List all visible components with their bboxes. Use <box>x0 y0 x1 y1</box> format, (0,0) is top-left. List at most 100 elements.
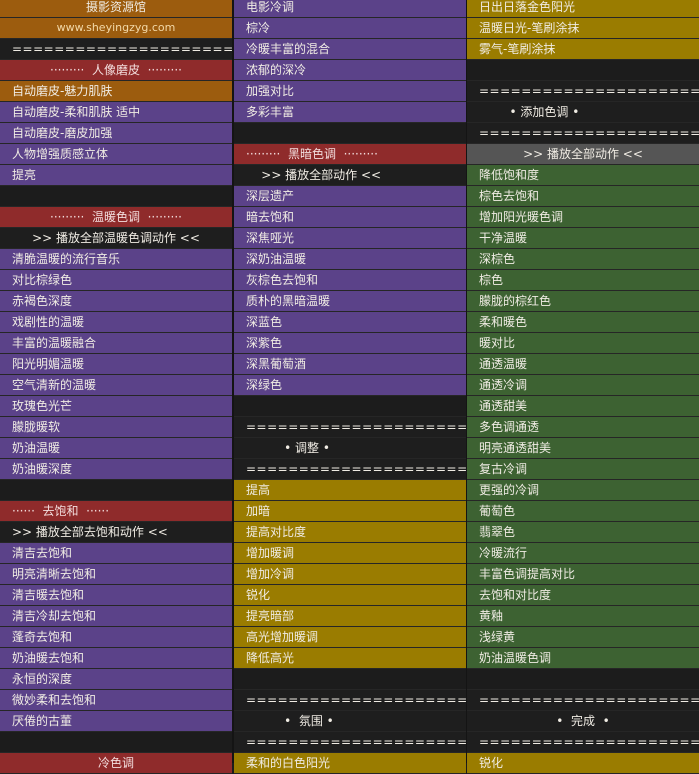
action-button[interactable]: 对比棕绿色 <box>0 270 232 291</box>
action-button[interactable]: 清吉冷却去饱和 <box>0 606 232 627</box>
action-button[interactable]: 锐化 <box>467 753 699 774</box>
spacer <box>234 123 466 144</box>
action-button[interactable]: 人物增强质感立体 <box>0 144 232 165</box>
action-button[interactable]: >> 播放全部去饱和动作 << <box>0 522 232 543</box>
action-button[interactable]: 干净温暖 <box>467 228 699 249</box>
action-button[interactable]: 摄影资源馆 <box>0 0 232 18</box>
action-button[interactable]: 提亮暗部 <box>234 606 466 627</box>
action-button[interactable]: >> 播放全部温暖色调动作 << <box>0 228 232 249</box>
action-button[interactable]: 通透甜美 <box>467 396 699 417</box>
action-button[interactable]: 厌倦的古董 <box>0 711 232 732</box>
action-button[interactable]: 增加暖调 <box>234 543 466 564</box>
action-button[interactable]: >> 播放全部动作 << <box>467 144 699 165</box>
action-button[interactable]: 戏剧性的温暖 <box>0 312 232 333</box>
action-button[interactable]: 增加阳光暖色调 <box>467 207 699 228</box>
spacer <box>0 480 232 501</box>
action-button[interactable]: 通透温暖 <box>467 354 699 375</box>
action-button[interactable]: 质朴的黑暗温暖 <box>234 291 466 312</box>
action-button[interactable]: 奶油暖去饱和 <box>0 648 232 669</box>
action-button[interactable]: 朦胧暖软 <box>0 417 232 438</box>
spacer <box>0 732 232 753</box>
action-button[interactable]: 冷暖流行 <box>467 543 699 564</box>
action-button[interactable]: 清吉去饱和 <box>0 543 232 564</box>
action-button[interactable]: 葡萄色 <box>467 501 699 522</box>
action-button[interactable]: 冷暖丰富的混合 <box>234 39 466 60</box>
separator: ====================== <box>467 690 699 711</box>
action-button[interactable]: 降低饱和度 <box>467 165 699 186</box>
action-button[interactable]: 棕色 <box>467 270 699 291</box>
action-button[interactable]: 柔和的白色阳光 <box>234 753 466 774</box>
action-button[interactable]: • 完成 • <box>467 711 699 732</box>
action-button[interactable]: 通透冷调 <box>467 375 699 396</box>
action-button[interactable]: 翡翠色 <box>467 522 699 543</box>
action-button[interactable]: 清脆温暖的流行音乐 <box>0 249 232 270</box>
action-button[interactable]: 奶油温暖色调 <box>467 648 699 669</box>
action-button[interactable]: 蓬奇去饱和 <box>0 627 232 648</box>
action-button[interactable]: 深焦哑光 <box>234 228 466 249</box>
action-button[interactable]: 温暖日光-笔刷涂抹 <box>467 18 699 39</box>
section-header-button[interactable]: ········· 人像磨皮 ········· <box>0 60 232 81</box>
action-button[interactable]: 明亮通透甜美 <box>467 438 699 459</box>
action-button[interactable]: 清吉暖去饱和 <box>0 585 232 606</box>
action-button[interactable]: 增加冷调 <box>234 564 466 585</box>
action-button[interactable]: 深层遗产 <box>234 186 466 207</box>
action-button[interactable]: 自动磨皮-磨皮加强 <box>0 123 232 144</box>
action-button[interactable]: 加暗 <box>234 501 466 522</box>
separator: ====================== <box>467 123 699 144</box>
section-header-button[interactable]: ······ 去饱和 ······ <box>0 501 232 522</box>
action-button[interactable]: 雾气-笔刷涂抹 <box>467 39 699 60</box>
action-button[interactable]: • 添加色调 • <box>467 102 699 123</box>
action-button[interactable]: 高光增加暖调 <box>234 627 466 648</box>
action-button[interactable]: 多彩丰富 <box>234 102 466 123</box>
section-header-button[interactable]: ········· 温暖色调 ········· <box>0 207 232 228</box>
action-button[interactable]: 丰富的温暖融合 <box>0 333 232 354</box>
action-button[interactable]: 明亮清晰去饱和 <box>0 564 232 585</box>
action-button[interactable]: 深绿色 <box>234 375 466 396</box>
action-button[interactable]: 电影冷调 <box>234 0 466 18</box>
section-header-button[interactable]: 冷色调 <box>0 753 232 774</box>
action-button[interactable]: 多色调通透 <box>467 417 699 438</box>
action-button[interactable]: 自动磨皮-柔和肌肤 适中 <box>0 102 232 123</box>
action-button[interactable]: 浓郁的深冷 <box>234 60 466 81</box>
action-button[interactable]: >> 播放全部动作 << <box>234 165 466 186</box>
action-button[interactable]: 黄釉 <box>467 606 699 627</box>
action-button[interactable]: www.sheyingzyg.com <box>0 18 232 39</box>
action-button[interactable]: 奶油暖深度 <box>0 459 232 480</box>
action-button[interactable]: 日出日落金色阳光 <box>467 0 699 18</box>
action-button[interactable]: 去饱和对比度 <box>467 585 699 606</box>
action-button[interactable]: 棕色去饱和 <box>467 186 699 207</box>
action-button[interactable]: 浅绿黄 <box>467 627 699 648</box>
separator: ====================== <box>234 690 466 711</box>
action-button[interactable]: 降低高光 <box>234 648 466 669</box>
action-button[interactable]: • 调整 • <box>234 438 466 459</box>
action-button[interactable]: 朦胧的棕红色 <box>467 291 699 312</box>
action-button[interactable]: 微妙柔和去饱和 <box>0 690 232 711</box>
action-button[interactable]: 深紫色 <box>234 333 466 354</box>
action-button[interactable]: 丰富色调提高对比 <box>467 564 699 585</box>
action-button[interactable]: 柔和暖色 <box>467 312 699 333</box>
action-button[interactable]: 提亮 <box>0 165 232 186</box>
action-button[interactable]: 复古冷调 <box>467 459 699 480</box>
action-button[interactable]: 提高 <box>234 480 466 501</box>
action-button[interactable]: 玫瑰色光芒 <box>0 396 232 417</box>
action-button[interactable]: • 氛围 • <box>234 711 466 732</box>
action-button[interactable]: 灰棕色去饱和 <box>234 270 466 291</box>
action-button[interactable]: 奶油温暖 <box>0 438 232 459</box>
action-button[interactable]: 自动磨皮-魅力肌肤 <box>0 81 232 102</box>
action-button[interactable]: 暗去饱和 <box>234 207 466 228</box>
action-button[interactable]: 暖对比 <box>467 333 699 354</box>
action-button[interactable]: 深棕色 <box>467 249 699 270</box>
action-button[interactable]: 赤褐色深度 <box>0 291 232 312</box>
action-button[interactable]: 更强的冷调 <box>467 480 699 501</box>
action-button[interactable]: 深黑葡萄酒 <box>234 354 466 375</box>
action-button[interactable]: 棕冷 <box>234 18 466 39</box>
action-button[interactable]: 加强对比 <box>234 81 466 102</box>
action-button[interactable]: 空气清新的温暖 <box>0 375 232 396</box>
action-button[interactable]: 深奶油温暖 <box>234 249 466 270</box>
action-button[interactable]: 阳光明媚温暖 <box>0 354 232 375</box>
action-button[interactable]: 深蓝色 <box>234 312 466 333</box>
section-header-button[interactable]: ········· 黑暗色调 ········· <box>234 144 466 165</box>
action-button[interactable]: 永恒的深度 <box>0 669 232 690</box>
action-button[interactable]: 提高对比度 <box>234 522 466 543</box>
action-button[interactable]: 锐化 <box>234 585 466 606</box>
